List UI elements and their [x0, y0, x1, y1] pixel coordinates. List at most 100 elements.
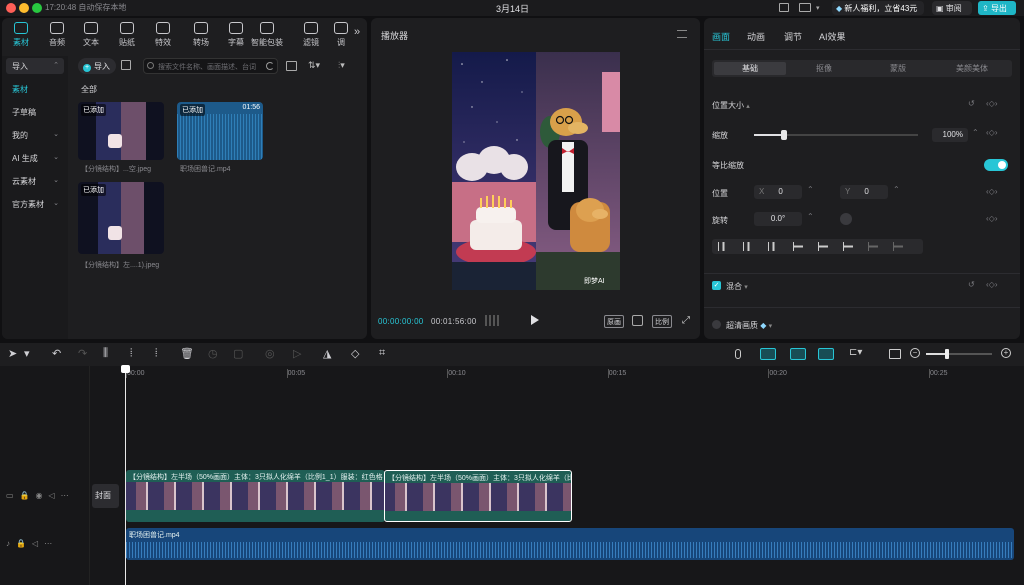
keyframe-icon[interactable]: ‹◇› — [986, 280, 997, 289]
audio-track-controls[interactable]: ♪🔒◁⋯ — [6, 539, 58, 548]
import-button[interactable]: + 导入 — [78, 58, 116, 74]
export-button[interactable]: ⇪ 导出 — [978, 1, 1016, 15]
qr-icon[interactable] — [121, 60, 131, 70]
mirror-icon[interactable]: ▢ — [233, 347, 243, 360]
props-tab-2[interactable]: 调节 — [784, 30, 802, 43]
view-grid-icon[interactable] — [286, 61, 297, 71]
linkage-icon[interactable] — [818, 348, 834, 360]
distribute-h-icon[interactable] — [868, 242, 878, 251]
y-field[interactable]: Y0 — [840, 185, 888, 199]
props-tab-3[interactable]: AI效果 — [819, 30, 846, 43]
hd-checkbox[interactable] — [712, 320, 721, 329]
split-right-icon[interactable]: ⦙ — [155, 347, 157, 360]
rotate-dial-icon[interactable] — [840, 213, 852, 225]
reverse-icon[interactable]: ◎ — [265, 347, 275, 360]
crop-icon[interactable] — [632, 315, 643, 326]
sidebar-item-6[interactable]: 官方素材 ⌄ — [6, 196, 64, 212]
media-item[interactable]: 已添加 — [78, 182, 164, 254]
keyframe-icon[interactable]: ‹◇› — [986, 128, 997, 137]
sidebar-item-0[interactable]: 导入 ⌃ — [6, 58, 64, 74]
media-tab-3[interactable]: 贴纸 — [110, 22, 144, 48]
review-button[interactable]: ▣ 审阅 — [932, 1, 972, 15]
reset-icon[interactable]: ↺ — [968, 99, 975, 108]
scale-knob[interactable] — [780, 130, 787, 140]
align-bottom-icon[interactable] — [843, 242, 853, 251]
refresh-icon[interactable] — [266, 62, 274, 70]
split-left-icon[interactable]: ⦙ — [130, 347, 132, 360]
subtab-0[interactable]: 基础 — [714, 62, 786, 75]
align-right-icon[interactable] — [768, 242, 778, 251]
rotate-icon[interactable]: ◇ — [351, 347, 359, 360]
blend-checkbox[interactable]: ✓ — [712, 281, 721, 290]
y-stepper[interactable]: ⌃ — [893, 185, 900, 194]
media-tab-8[interactable]: 滤镜 — [294, 22, 328, 48]
video-clip[interactable]: 【分镜结构】左半场（50%画面）主体：3只拟人化绵羊（比例1_1）服装：红色格 — [126, 470, 385, 522]
zoom-in-icon[interactable]: + — [1001, 348, 1011, 358]
keyframe-icon[interactable]: ‹◇› — [986, 214, 997, 223]
media-tab-5[interactable]: 转场 — [184, 22, 218, 48]
sidebar-item-5[interactable]: 云素材 ⌄ — [6, 173, 64, 189]
rotate-field[interactable]: 0.0° — [754, 212, 802, 226]
flip-icon[interactable]: ◮ — [323, 347, 331, 360]
preview-axis-icon[interactable]: ⊏▾ — [849, 347, 862, 358]
filter-icon[interactable]: ⫶▾ — [338, 60, 345, 71]
scale-slider[interactable] — [754, 130, 918, 140]
zoom-out-icon[interactable]: − — [910, 348, 920, 358]
zoom-slider[interactable] — [926, 349, 992, 359]
menu-icon[interactable] — [677, 30, 687, 38]
playhead[interactable] — [121, 365, 130, 585]
timeline-grid-icon[interactable] — [485, 315, 499, 326]
microphone-icon[interactable] — [735, 349, 741, 359]
timeline-ruler[interactable]: 00:00 00:05 00:10 00:15 00:20 00:25 — [120, 366, 1024, 380]
video-preview[interactable]: 即梦AI — [452, 52, 620, 290]
rotate-stepper[interactable]: ⌃ — [807, 212, 814, 221]
maximize-window-button[interactable] — [32, 3, 42, 13]
fullscreen-icon[interactable]: ⤢ — [682, 315, 690, 326]
video-clip-selected[interactable]: 【分镜结构】左半场（50%画面）主体：3只拟人化绵羊（比 — [384, 470, 572, 522]
zoom-knob[interactable] — [945, 349, 949, 359]
media-tab-0[interactable]: 素材 — [4, 22, 38, 48]
sidebar-item-2[interactable]: 子草稿 — [6, 104, 64, 120]
cover-button[interactable]: 封面 — [92, 484, 119, 508]
media-tab-7[interactable]: 智能包装 — [250, 22, 284, 48]
layout-dropdown-icon[interactable]: ▾ — [816, 4, 820, 12]
main-track-magnet-icon[interactable] — [760, 348, 776, 360]
minimize-window-button[interactable] — [19, 3, 29, 13]
keyframe-nav-icon[interactable]: ‹◇› — [986, 99, 997, 108]
align-middle-v-icon[interactable] — [818, 242, 828, 251]
align-left-icon[interactable] — [718, 242, 728, 251]
sidebar-item-3[interactable]: 我的 ⌄ — [6, 127, 64, 143]
sort-icon[interactable]: ⇅▾ — [308, 60, 320, 71]
redo-icon[interactable]: ↷ — [78, 347, 87, 360]
video-track-controls[interactable]: ▭🔒◉◁⋯ — [6, 491, 75, 500]
align-center-h-icon[interactable] — [743, 242, 753, 251]
subtab-3[interactable]: 美颜美体 — [936, 62, 1008, 75]
select-tool-icon[interactable]: ➤ — [8, 347, 17, 360]
x-field[interactable]: X0 — [754, 185, 802, 199]
auto-snap-icon[interactable] — [790, 348, 806, 360]
media-tab-1[interactable]: 音频 — [40, 22, 74, 48]
align-top-icon[interactable] — [793, 242, 803, 251]
original-quality-button[interactable]: 原画 — [604, 315, 624, 328]
ratio-button[interactable]: 比例 — [652, 315, 672, 328]
keyframe-icon[interactable]: ‹◇› — [986, 187, 997, 196]
subtab-2[interactable]: 蒙版 — [862, 62, 934, 75]
props-tab-1[interactable]: 动画 — [747, 30, 765, 43]
subtab-1[interactable]: 抠像 — [788, 62, 860, 75]
split-icon[interactable]: ⫼ — [103, 347, 108, 360]
media-tab-9[interactable]: 调 — [324, 22, 358, 48]
media-item[interactable]: 已添加 — [78, 102, 164, 160]
scale-stepper[interactable]: ⌃ — [972, 128, 979, 137]
fit-timeline-icon[interactable] — [889, 349, 901, 359]
sidebar-item-4[interactable]: AI 生成 ⌄ — [6, 150, 64, 166]
search-input[interactable]: 搜索文件名称、画面描述、台词 — [143, 58, 278, 74]
reset-icon[interactable]: ↺ — [968, 280, 975, 289]
media-tab-4[interactable]: 特效 — [146, 22, 180, 48]
select-dropdown-icon[interactable]: ▾ — [24, 347, 30, 360]
distribute-v-icon[interactable] — [893, 242, 903, 251]
play-range-icon[interactable]: ▷ — [293, 347, 301, 360]
uniform-scale-toggle[interactable] — [984, 159, 1008, 171]
playhead-handle[interactable] — [121, 365, 130, 373]
x-stepper[interactable]: ⌃ — [807, 185, 814, 194]
more-tabs-icon[interactable]: » — [354, 26, 360, 38]
